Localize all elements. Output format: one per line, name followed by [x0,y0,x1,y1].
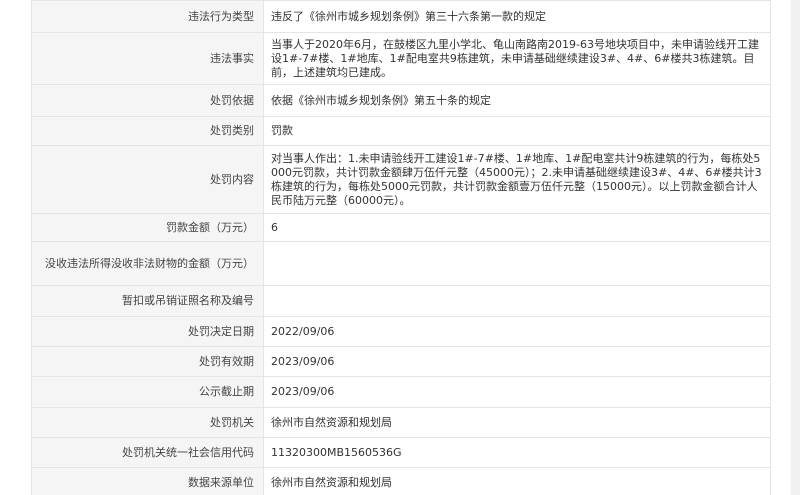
label-valid-until: 处罚有效期 [31,346,264,377]
page-scrollbar[interactable] [791,0,800,495]
row-decision-date: 处罚决定日期 2022/09/06 [31,316,771,347]
label-penalty-basis: 处罚依据 [31,84,264,117]
label-penalty-category: 处罚类别 [31,116,264,146]
row-violation-facts: 违法事实 当事人于2020年6月，在鼓楼区九里小学北、龟山南路南2019-63号… [31,32,771,85]
value-license-revocation [263,285,771,317]
label-violation-type: 违法行为类型 [31,0,264,33]
label-license-revocation: 暂扣或吊销证照名称及编号 [31,285,264,317]
value-authority-credit-code: 11320300MB1560536G [263,437,771,468]
row-license-revocation: 暂扣或吊销证照名称及编号 [31,285,771,317]
penalty-info-rows: 违法行为类型 违反了《徐州市城乡规划条例》第三十六条第一款的规定 违法事实 当事… [31,0,771,495]
label-violation-facts: 违法事实 [31,32,264,85]
row-confiscation-amount: 没收违法所得没收非法财物的金额（万元） [31,241,771,286]
value-data-source: 徐州市自然资源和规划局 [263,467,771,495]
value-fine-amount: 6 [263,213,771,242]
value-penalty-authority: 徐州市自然资源和规划局 [263,407,771,438]
row-penalty-category: 处罚类别 罚款 [31,116,771,146]
label-publicity-deadline: 公示截止期 [31,376,264,408]
value-valid-until: 2023/09/06 [263,346,771,377]
label-decision-date: 处罚决定日期 [31,316,264,347]
row-penalty-authority: 处罚机关 徐州市自然资源和规划局 [31,407,771,438]
label-authority-credit-code: 处罚机关统一社会信用代码 [31,437,264,468]
value-violation-type: 违反了《徐州市城乡规划条例》第三十六条第一款的规定 [263,0,771,33]
value-publicity-deadline: 2023/09/06 [263,376,771,408]
value-confiscation-amount [263,241,771,286]
row-data-source: 数据来源单位 徐州市自然资源和规划局 [31,467,771,495]
row-publicity-deadline: 公示截止期 2023/09/06 [31,376,771,408]
penalty-info-table: 违法行为类型 违反了《徐州市城乡规划条例》第三十六条第一款的规定 违法事实 当事… [31,0,771,495]
label-penalty-content: 处罚内容 [31,145,264,214]
label-data-source: 数据来源单位 [31,467,264,495]
row-violation-type: 违法行为类型 违反了《徐州市城乡规划条例》第三十六条第一款的规定 [31,0,771,33]
row-valid-until: 处罚有效期 2023/09/06 [31,346,771,377]
label-fine-amount: 罚款金额（万元） [31,213,264,242]
value-penalty-content: 对当事人作出：1.未申请验线开工建设1#-7#楼、1#地库、1#配电室共计9栋建… [263,145,771,214]
row-penalty-content: 处罚内容 对当事人作出：1.未申请验线开工建设1#-7#楼、1#地库、1#配电室… [31,145,771,214]
label-confiscation-amount: 没收违法所得没收非法财物的金额（万元） [31,241,264,286]
value-penalty-basis: 依据《徐州市城乡规划条例》第五十条的规定 [263,84,771,117]
row-authority-credit-code: 处罚机关统一社会信用代码 11320300MB1560536G [31,437,771,468]
value-decision-date: 2022/09/06 [263,316,771,347]
row-fine-amount: 罚款金额（万元） 6 [31,213,771,242]
value-violation-facts: 当事人于2020年6月，在鼓楼区九里小学北、龟山南路南2019-63号地块项目中… [263,32,771,85]
row-penalty-basis: 处罚依据 依据《徐州市城乡规划条例》第五十条的规定 [31,84,771,117]
penalty-detail-page: 违法行为类型 违反了《徐州市城乡规划条例》第三十六条第一款的规定 违法事实 当事… [0,0,800,495]
label-penalty-authority: 处罚机关 [31,407,264,438]
value-penalty-category: 罚款 [263,116,771,146]
